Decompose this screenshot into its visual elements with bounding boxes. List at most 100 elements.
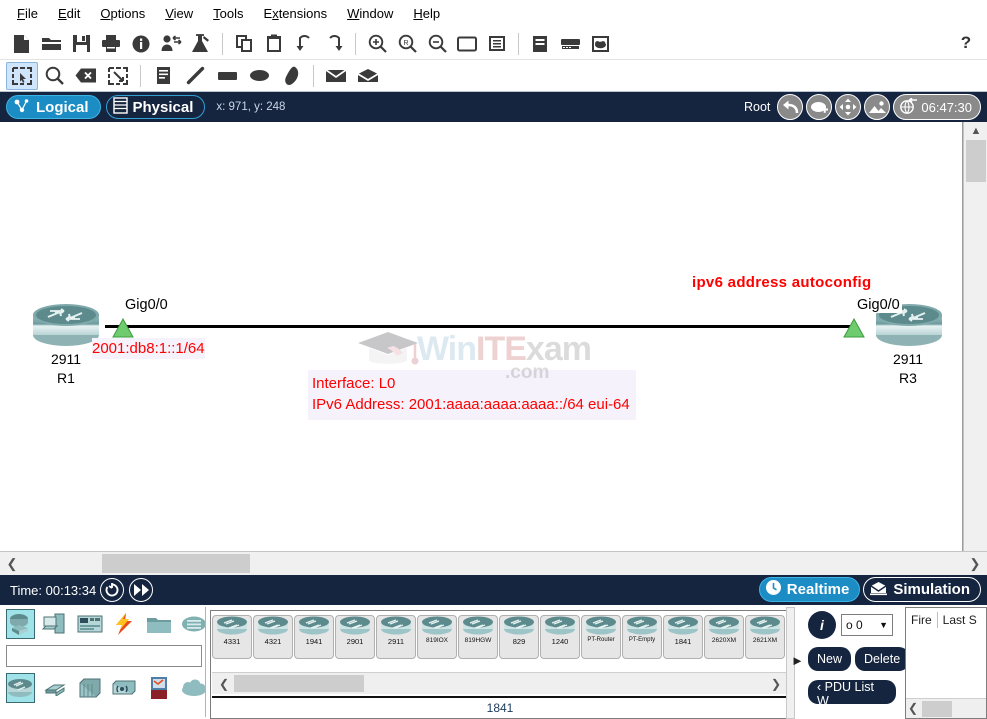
tray-scroll-right-icon[interactable]: ❯ [766,674,786,694]
end-devices-icon[interactable] [41,609,70,639]
tray-device[interactable]: PT-Empty [622,615,662,659]
tray-device[interactable]: 819HGW [458,615,498,659]
menu-window[interactable]: Window [338,3,402,24]
new-file-icon[interactable] [6,30,36,58]
open-folder-icon[interactable] [36,30,66,58]
menu-help[interactable]: Help [404,3,449,24]
switches-icon[interactable] [41,673,70,703]
delete-pdu-button[interactable]: Delete [855,647,910,671]
redo-icon[interactable] [319,30,349,58]
tray-device[interactable]: 829 [499,615,539,659]
new-cluster-icon[interactable] [806,94,833,120]
mode-simulation[interactable]: Simulation [863,577,981,602]
select-icon[interactable] [6,61,38,90]
wireless-devices-icon[interactable] [110,673,139,703]
draw-ellipse-icon[interactable] [243,62,275,90]
add-complex-pdu-icon[interactable] [352,62,384,90]
pdu-column-last-status[interactable]: Last S [938,613,982,627]
network-lab-icon[interactable] [186,30,216,58]
tray-device[interactable]: 2621XM [745,615,785,659]
routers-icon[interactable] [6,673,35,703]
device-tray-scrollbar[interactable]: ❮ ❯ [212,672,788,694]
zoom-in-icon[interactable] [362,30,392,58]
menu-edit[interactable]: Edit [49,3,89,24]
annotation-config-note[interactable]: Interface: L0 IPv6 Address: 2001:aaaa:aa… [308,370,636,420]
device-template-icon[interactable] [555,30,585,58]
annotation-autoconfig[interactable]: ipv6 address autoconfig [692,272,871,293]
copy-icon[interactable] [229,30,259,58]
pdu-table-scrollbar[interactable]: ❮ [906,698,986,718]
vertical-scroll-thumb[interactable] [966,140,986,182]
menu-file[interactable]: File [8,3,47,24]
toggle-pdu-list-window-button[interactable]: ‹ PDU List W [808,680,896,704]
security-icon[interactable] [145,673,174,703]
draw-rectangle-icon[interactable] [211,62,243,90]
scroll-left-arrow-icon[interactable]: ❮ [2,552,22,575]
components-icon[interactable] [75,609,104,639]
fast-forward-icon[interactable] [129,578,154,602]
tray-scroll-left-icon[interactable]: ❮ [214,674,234,694]
realtime-clock[interactable]: 06:47:30 [893,94,981,120]
draw-line-icon[interactable] [179,62,211,90]
scroll-up-arrow-icon[interactable]: ▲ [964,122,987,140]
tray-device[interactable]: 1240 [540,615,580,659]
pdu-scroll-thumb[interactable] [922,701,952,717]
pdu-list-table[interactable]: Fire Last S ❮ [905,607,987,719]
canvas-horizontal-scrollbar[interactable]: ❮ ❯ [0,551,987,575]
tray-device[interactable]: 2911 [376,615,416,659]
tab-logical[interactable]: Logical [6,95,101,119]
assessment-icon[interactable] [156,30,186,58]
tray-device[interactable]: PT-Router [581,615,621,659]
menu-view[interactable]: View [156,3,202,24]
tray-device[interactable]: 4331 [212,615,252,659]
help-button[interactable]: ? [953,30,979,56]
annotation-r1-address[interactable]: 2001:db8:1::1/64 [92,338,205,359]
move-object-icon[interactable] [835,94,862,120]
undo-icon[interactable] [289,30,319,58]
link-r1-r3[interactable] [105,325,855,328]
tab-physical[interactable]: Physical [105,95,206,119]
horizontal-scroll-thumb[interactable] [102,554,250,573]
draw-freeform-icon[interactable] [275,62,307,90]
custom-devices-icon[interactable] [525,30,555,58]
network-devices-icon[interactable] [6,609,35,639]
tray-device[interactable]: 2901 [335,615,375,659]
hubs-icon[interactable] [75,673,104,703]
back-arrow-icon[interactable] [777,94,804,120]
network-cloud-icon[interactable] [585,30,615,58]
tray-device[interactable]: 4321 [253,615,293,659]
activity-wizard-icon[interactable] [126,30,156,58]
paste-icon[interactable] [259,30,289,58]
multiuser-connection-icon[interactable] [179,609,208,639]
pdu-column-fire[interactable]: Fire [906,613,937,627]
new-pdu-button[interactable]: New [808,647,852,671]
tray-device[interactable]: 2620XM [704,615,744,659]
menu-tools[interactable]: Tools [204,3,252,24]
print-icon[interactable] [96,30,126,58]
miscellaneous-icon[interactable] [145,609,174,639]
place-note-icon[interactable] [147,62,179,90]
connections-icon[interactable] [110,609,139,639]
menu-extensions[interactable]: Extensions [255,3,337,24]
resize-shape-icon[interactable] [102,62,134,90]
save-icon[interactable] [66,30,96,58]
pdu-scroll-left-icon[interactable]: ❮ [908,701,918,715]
zoom-reset-icon[interactable]: R [392,30,422,58]
pdu-panel-expand-icon[interactable]: ► [791,653,804,668]
tray-scroll-thumb[interactable] [234,675,364,692]
set-background-icon[interactable] [864,94,891,120]
palette-window-icon[interactable] [452,30,482,58]
device-search-input[interactable] [6,645,202,667]
canvas-vertical-scrollbar[interactable]: ▲ ▼ [963,122,987,551]
inspect-icon[interactable] [38,62,70,90]
zoom-out-icon[interactable] [422,30,452,58]
power-cycle-icon[interactable] [100,578,125,602]
scroll-right-arrow-icon[interactable]: ❯ [965,552,985,575]
tray-device[interactable]: 1941 [294,615,334,659]
info-icon[interactable]: i [808,611,836,639]
tray-device[interactable]: 819IOX [417,615,457,659]
menu-options[interactable]: Options [91,3,154,24]
mode-realtime[interactable]: Realtime [758,577,861,602]
delete-icon[interactable] [70,62,102,90]
wan-emulation-icon[interactable] [179,673,208,703]
